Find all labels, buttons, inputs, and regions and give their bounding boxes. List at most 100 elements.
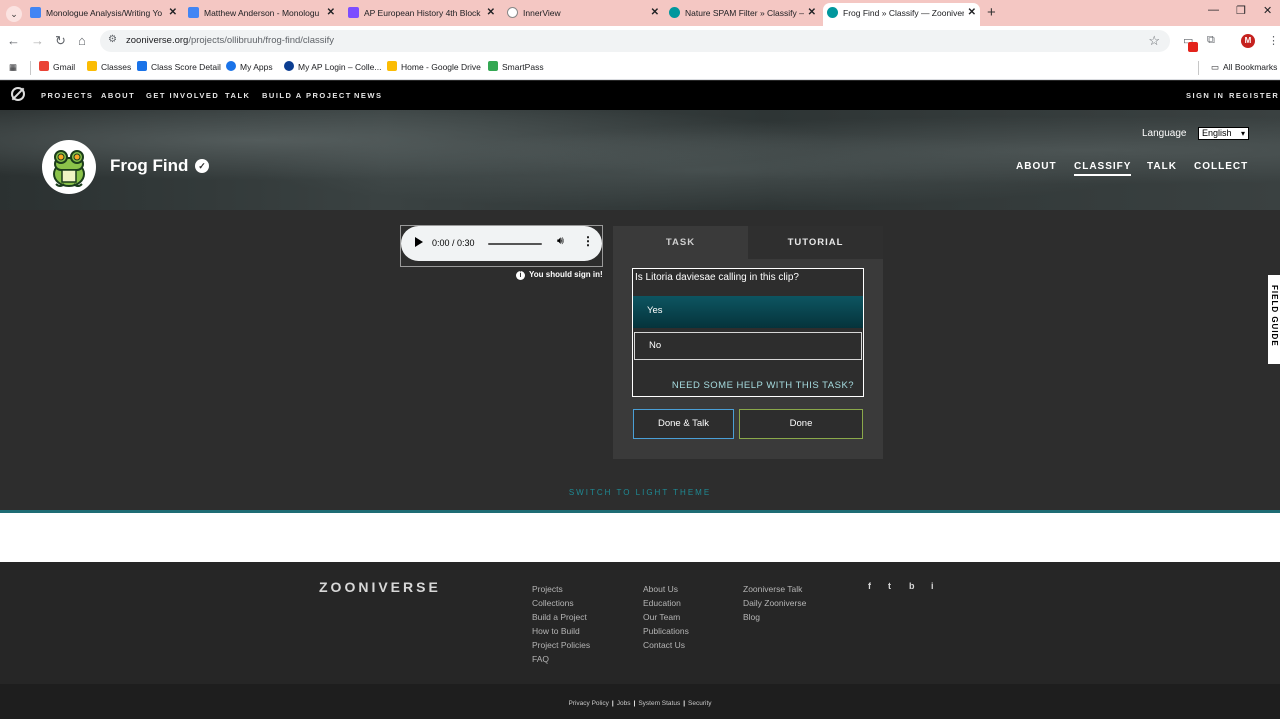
project-nav-about[interactable]: ABOUT	[1016, 161, 1057, 172]
all-bookmarks[interactable]: ▭ All Bookmarks	[1211, 61, 1277, 73]
bookmark-my-apps[interactable]: My Apps	[226, 61, 273, 73]
tab-task[interactable]: TASK	[613, 226, 748, 259]
footer-link[interactable]: How to Build	[532, 624, 590, 638]
bookmark-label: Class Score Detail	[151, 62, 221, 72]
security-link[interactable]: Security	[688, 700, 711, 707]
footer-link[interactable]: About Us	[643, 582, 689, 596]
restore-icon[interactable]: ❐	[1236, 4, 1246, 17]
minimize-icon[interactable]: —	[1208, 4, 1219, 16]
footer-link[interactable]: Zooniverse Talk	[743, 582, 806, 596]
footer-link[interactable]: Education	[643, 596, 689, 610]
done-and-talk-button[interactable]: Done & Talk	[633, 409, 734, 439]
tab-close-icon[interactable]: ✕	[487, 3, 495, 23]
sis-icon	[137, 61, 147, 71]
privacy-policy-link[interactable]: Privacy Policy	[568, 700, 608, 707]
answer-no-button[interactable]: No	[634, 332, 862, 360]
browser-tab[interactable]: Nature SPAM Filter » Classify — ✕	[665, 3, 820, 26]
volume-icon[interactable]: 🔊︎	[557, 235, 564, 248]
bluesky-icon[interactable]: b	[909, 581, 915, 591]
project-nav-collect[interactable]: COLLECT	[1194, 161, 1248, 172]
legal-separator: |	[683, 700, 686, 707]
project-nav-classify[interactable]: CLASSIFY	[1074, 161, 1132, 176]
system-status-link[interactable]: System Status	[638, 700, 680, 707]
jobs-link[interactable]: Jobs	[617, 700, 631, 707]
reload-icon[interactable]: ↻	[55, 33, 66, 49]
footer-link[interactable]: Blog	[743, 610, 806, 624]
url-text[interactable]: zooniverse.org/projects/ollibruuh/frog-f…	[126, 35, 334, 46]
task-help-link[interactable]: NEED SOME HELP WITH THIS TASK?	[633, 380, 863, 391]
apps-grid-icon[interactable]: ▦	[9, 61, 17, 73]
browser-tab[interactable]: Monologue Analysis/Writing Yo ✕	[26, 3, 181, 26]
bookmark-ap-login[interactable]: My AP Login – Colle...	[284, 61, 381, 73]
switch-theme-link[interactable]: SWITCH TO LIGHT THEME	[0, 488, 1280, 497]
nav-talk[interactable]: TALK	[225, 91, 250, 100]
home-icon[interactable]: ⌂	[78, 33, 86, 49]
sign-in-link[interactable]: SIGN IN	[1186, 91, 1224, 100]
bookmark-classes[interactable]: Classes	[87, 61, 131, 73]
url-omnibox[interactable]: ⚙ zooniverse.org/projects/ollibruuh/frog…	[100, 30, 1170, 52]
forward-arrow-icon[interactable]: →	[31, 33, 44, 49]
profile-avatar[interactable]: M	[1241, 34, 1255, 48]
field-guide-tab[interactable]: FIELD GUIDE	[1268, 275, 1280, 364]
footer-link[interactable]: Contact Us	[643, 638, 689, 652]
footer-link[interactable]: Our Team	[643, 610, 689, 624]
bookmark-class-score[interactable]: Class Score Detail	[137, 61, 221, 73]
nav-build-a-project[interactable]: BUILD A PROJECT	[262, 91, 352, 100]
footer-column-about: About Us Education Our Team Publications…	[643, 582, 689, 652]
tab-close-icon[interactable]: ✕	[808, 3, 816, 23]
tab-tutorial[interactable]: TUTORIAL	[748, 226, 883, 259]
audio-player[interactable]: 0:00 / 0:30 🔊︎ ⋮	[401, 226, 602, 261]
bookmark-label: My AP Login – Colle...	[298, 62, 382, 72]
browser-tab-active[interactable]: Frog Find » Classify — Zooniver ✕	[823, 3, 980, 26]
field-guide-label: FIELD GUIDE	[1270, 285, 1279, 347]
project-title[interactable]: Frog Find	[110, 156, 188, 176]
new-tab-plus-icon[interactable]: +	[987, 3, 996, 23]
project-nav-talk[interactable]: TALK	[1147, 161, 1177, 172]
zooniverse-top-nav: PROJECTS ABOUT GET INVOLVED TALK BUILD A…	[0, 81, 1280, 110]
project-avatar[interactable]	[42, 140, 96, 194]
browser-tab[interactable]: AP European History 4th Block ✕	[344, 3, 499, 26]
tab-close-icon[interactable]: ✕	[968, 3, 976, 23]
register-link[interactable]: REGISTER	[1229, 91, 1279, 100]
bookmark-gmail[interactable]: Gmail	[39, 61, 75, 73]
facebook-icon[interactable]: f	[868, 581, 871, 591]
nav-get-involved[interactable]: GET INVOLVED	[146, 91, 219, 100]
bookmark-star-icon[interactable]: ☆	[1148, 33, 1160, 49]
twitter-icon[interactable]: t	[888, 581, 891, 591]
browser-tab[interactable]: Matthew Anderson - Monologu ✕	[184, 3, 339, 26]
instagram-icon[interactable]: i	[931, 581, 934, 591]
more-options-icon[interactable]: ⋮	[582, 234, 594, 248]
footer-link[interactable]: Collections	[532, 596, 590, 610]
nav-projects[interactable]: PROJECTS	[41, 91, 93, 100]
smartpass-icon	[488, 61, 498, 71]
tab-close-icon[interactable]: ✕	[327, 3, 335, 23]
site-info-icon[interactable]: ⚙	[108, 34, 117, 45]
footer-link[interactable]: Projects	[532, 582, 590, 596]
play-icon[interactable]	[415, 237, 423, 247]
window-close-icon[interactable]: ✕	[1263, 4, 1272, 17]
nav-news[interactable]: NEWS	[354, 91, 383, 100]
back-arrow-icon[interactable]: ←	[7, 33, 20, 49]
tab-search-chevron-icon[interactable]: ⌄	[6, 6, 22, 22]
browser-tab[interactable]: InnerView ✕	[503, 3, 663, 26]
zooniverse-logo-icon[interactable]	[11, 87, 25, 101]
browser-menu-icon[interactable]: ⋮	[1268, 34, 1279, 47]
footer-link[interactable]: Publications	[643, 624, 689, 638]
done-button[interactable]: Done	[739, 409, 863, 439]
footer-link[interactable]: Daily Zooniverse	[743, 596, 806, 610]
answer-yes-button[interactable]: Yes	[633, 296, 863, 328]
tab-close-icon[interactable]: ✕	[651, 3, 659, 23]
footer-zooniverse-logo[interactable]: ZOONIVERSE	[319, 579, 441, 595]
extensions-puzzle-icon[interactable]: ⧉	[1207, 34, 1215, 47]
bookmark-google-drive[interactable]: Home - Google Drive	[387, 61, 481, 73]
audio-progress-slider[interactable]	[488, 243, 542, 245]
footer-link[interactable]: Build a Project	[532, 610, 590, 624]
language-select[interactable]: English ▾	[1198, 127, 1249, 140]
slides-favicon-icon	[30, 7, 41, 18]
project-hero-banner	[0, 110, 1280, 210]
footer-link[interactable]: Project Policies	[532, 638, 590, 652]
nav-about[interactable]: ABOUT	[101, 91, 135, 100]
tab-close-icon[interactable]: ✕	[169, 3, 177, 23]
bookmark-smartpass[interactable]: SmartPass	[488, 61, 544, 73]
footer-link[interactable]: FAQ	[532, 652, 590, 666]
